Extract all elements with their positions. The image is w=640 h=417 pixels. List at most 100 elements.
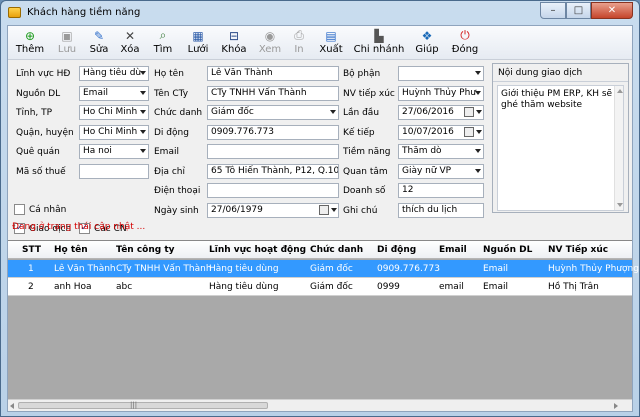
grid-column-header[interactable]: Email: [439, 245, 467, 255]
calendar-icon[interactable]: [464, 107, 474, 117]
toolbar-button-label: Tìm: [153, 44, 173, 55]
customer-form: Nội dung giao dịch Giới thiệu PM ERP, KH…: [8, 61, 632, 241]
chevron-down-icon[interactable]: [475, 168, 481, 173]
col3-field-3-datepicker[interactable]: 10/07/2016: [398, 124, 484, 140]
table-row[interactable]: 1 Lê Văn Thành CTy TNHH Vấn Thành Hàng tiêu…: [8, 260, 639, 278]
col3-field-1-dropdown[interactable]: Huỳnh Thủy Phư: [398, 85, 484, 101]
col1-field-3-dropdown[interactable]: Ho Chi Minh: [79, 124, 149, 140]
col2-field-5-input[interactable]: 65 Tô Hiến Thành, P12, Q.10: [207, 163, 339, 179]
col3-field-0-dropdown[interactable]: [398, 66, 484, 81]
toolbar-button-4[interactable]: ⌕ Tìm: [149, 27, 177, 59]
toolbar-button-label: Xuất: [319, 44, 343, 55]
col3-field-7-input[interactable]: thích du lịch: [398, 202, 484, 218]
table-cell: 0999: [377, 282, 400, 292]
hscroll-thumb[interactable]: [18, 402, 268, 409]
col1-field-5-input[interactable]: [79, 163, 149, 179]
col2-field-1-input[interactable]: CTy TNHH Vấn Thành: [207, 85, 339, 101]
notes-header: Nội dung giao dịch: [493, 64, 628, 82]
chevron-down-icon[interactable]: [475, 90, 481, 95]
calendar-icon[interactable]: [464, 126, 474, 137]
col3-field-5-dropdown[interactable]: Giày nữ VP: [398, 163, 484, 179]
toolbar-button-2[interactable]: ✎ Sửa: [86, 27, 112, 59]
chevron-down-icon[interactable]: [140, 149, 146, 153]
notes-scrollbar[interactable]: [614, 86, 623, 210]
chevron-down-icon[interactable]: [475, 149, 481, 153]
col1-field-3-value: Ho Chi Minh: [83, 126, 138, 137]
grid-column-header[interactable]: Tên công ty: [116, 245, 175, 255]
chevron-down-icon[interactable]: [476, 110, 482, 114]
delete-icon: ✕: [124, 28, 136, 43]
scroll-down-icon[interactable]: [617, 203, 623, 207]
toolbar-button-label: Đóng: [451, 44, 479, 55]
toolbar-button-label: Sửa: [89, 44, 109, 55]
toolbar-button-8[interactable]: ⎙ In: [289, 27, 309, 59]
toolbar-button-5[interactable]: ▦ Lưới: [182, 27, 214, 59]
chevron-down-icon[interactable]: [140, 110, 146, 114]
scroll-up-icon[interactable]: [617, 89, 623, 93]
grid-hscrollbar[interactable]: |||: [8, 399, 632, 411]
title-bar[interactable]: Khách hàng tiềm năng – □ ✕: [1, 1, 639, 25]
table-cell: 1: [28, 264, 34, 274]
toolbar: ⊕ Thêm ▣ Lưu ✎ Sửa ✕ Xóa ⌕ Tìm ▦ Lưới ⊟ Khóa ◉ Xem ⎙ In ▤ X…: [8, 26, 632, 60]
maximize-button[interactable]: □: [566, 2, 591, 19]
grid-column-header[interactable]: Di động: [377, 245, 416, 255]
chevron-down-icon[interactable]: [476, 129, 482, 134]
toolbar-button-9[interactable]: ▤ Xuất: [313, 27, 349, 59]
calendar-icon[interactable]: [319, 204, 329, 215]
col3-field-6-input[interactable]: 12: [398, 183, 484, 198]
toolbar-button-0[interactable]: ⊕ Thêm: [12, 27, 48, 59]
checkbox-0[interactable]: [14, 204, 25, 215]
notes-text: Giới thiệu PM ERP, KH sẽ ghé thăm websit…: [501, 89, 613, 110]
col3-field-2-datepicker[interactable]: 27/06/2016: [398, 105, 484, 120]
grid-column-header[interactable]: STT: [22, 245, 41, 255]
scroll-left-icon[interactable]: [10, 403, 14, 409]
col2-field-0-input[interactable]: Lê Văn Thành: [207, 66, 339, 81]
col2-field-7-datepicker[interactable]: 27/06/1979: [207, 202, 339, 218]
col3-field-4-value: Thăm dò: [402, 146, 442, 156]
toolbar-button-6[interactable]: ⊟ Khóa: [218, 27, 250, 59]
col2-field-3-input[interactable]: 0909.776.773: [207, 124, 339, 140]
col3-field-6-value: 12: [402, 185, 414, 195]
chevron-down-icon[interactable]: [330, 110, 336, 114]
grid-column-header[interactable]: Chức danh: [310, 245, 363, 255]
col1-field-2-value: Ho Chi Minh: [83, 107, 138, 117]
toolbar-button-3[interactable]: ✕ Xóa: [115, 27, 145, 59]
col3-field-6-label: Doanh số: [343, 186, 386, 196]
col2-field-4-input[interactable]: [207, 144, 339, 159]
table-cell: Hồ Thị Trân: [548, 282, 599, 292]
grid-column-header[interactable]: Lĩnh vực hoạt động: [209, 245, 306, 255]
chevron-down-icon[interactable]: [140, 71, 146, 75]
col3-field-4-dropdown[interactable]: Thăm dò: [398, 144, 484, 159]
grid-column-header[interactable]: Nguồn DL: [483, 245, 532, 255]
grid-column-header[interactable]: NV Tiếp xúc: [548, 245, 608, 255]
table-cell: Email: [483, 264, 508, 274]
col2-field-4-label: Email: [154, 147, 179, 157]
col1-field-1-dropdown[interactable]: Email: [79, 85, 149, 101]
hscroll-grip: |||: [130, 401, 138, 409]
col1-field-4-dropdown[interactable]: Ha noi: [79, 144, 149, 159]
notes-textarea[interactable]: Giới thiệu PM ERP, KH sẽ ghé thăm websit…: [497, 85, 624, 211]
toolbar-button-12[interactable]: ⏻ Đóng: [448, 27, 482, 59]
table-row[interactable]: 2 anh Hoa abc Hàng tiêu dùng Giám đốc 0999 ema…: [8, 278, 632, 296]
col1-field-0-dropdown[interactable]: Hàng tiêu dù: [79, 66, 149, 81]
col3-field-3-value: 10/07/2016: [402, 126, 454, 137]
toolbar-button-11[interactable]: ❖ Giúp: [411, 27, 443, 59]
chevron-down-icon[interactable]: [140, 90, 146, 95]
scroll-right-icon[interactable]: [614, 403, 618, 409]
col2-field-2-dropdown[interactable]: Giám đốc: [207, 105, 339, 120]
grid-header: STT Họ tên Tên công ty Lĩnh vực hoạt động Ch…: [8, 241, 632, 259]
toolbar-button-10[interactable]: ▙ Chi nhánh: [353, 27, 405, 59]
col1-field-2-dropdown[interactable]: Ho Chi Minh: [79, 105, 149, 120]
toolbar-button-1[interactable]: ▣ Lưu: [52, 27, 82, 59]
chevron-down-icon[interactable]: [331, 207, 337, 212]
toolbar-button-label: Thêm: [15, 44, 45, 55]
minimize-button[interactable]: –: [540, 2, 566, 19]
chevron-down-icon[interactable]: [475, 71, 481, 75]
close-button[interactable]: ✕: [591, 2, 633, 19]
toolbar-button-7[interactable]: ◉ Xem: [255, 27, 285, 59]
col2-field-6-input[interactable]: [207, 183, 339, 198]
col2-field-3-label: Di động: [154, 127, 189, 138]
col1-field-0-label: Lĩnh vực HĐ: [16, 69, 71, 79]
chevron-down-icon[interactable]: [140, 129, 146, 134]
grid-column-header[interactable]: Họ tên: [54, 245, 88, 255]
